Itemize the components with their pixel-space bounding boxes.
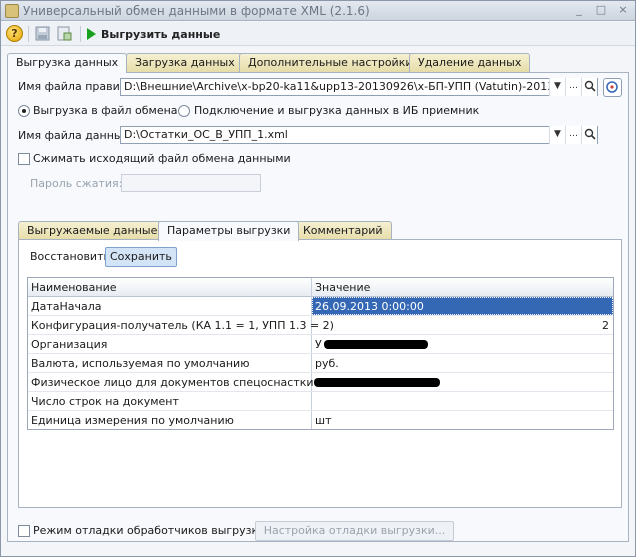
compress-checkbox[interactable] <box>18 153 30 165</box>
parameters-table: Наименование Значение ДатаНачала 26.09.2… <box>27 277 614 430</box>
table-row[interactable]: Число строк на документ <box>28 392 613 411</box>
param-name: Валюта, используемая по умолчанию <box>31 357 250 370</box>
tab-additional-settings[interactable]: Дополнительные настройки <box>239 53 422 72</box>
restore-button[interactable]: Восстановить <box>25 247 115 267</box>
redaction-mark <box>324 340 428 349</box>
debug-settings-button[interactable]: Настройка отладки выгрузки... <box>255 521 454 541</box>
table-row[interactable]: ДатаНачала 26.09.2013 0:00:00 <box>28 297 613 316</box>
debug-mode-label: Режим отладки обработчиков выгрузки <box>33 524 266 537</box>
compression-password-label: Пароль сжатия: <box>30 177 123 190</box>
param-name: Единица измерения по умолчанию <box>31 414 234 427</box>
compression-password-field[interactable] <box>121 174 261 192</box>
app-icon <box>5 4 19 18</box>
tab-comment[interactable]: Комментарий <box>294 221 392 240</box>
param-name: Число строк на документ <box>31 395 179 408</box>
rules-file-browse-button[interactable]: … <box>565 78 581 96</box>
export-to-file-radio[interactable] <box>18 105 30 117</box>
maximize-button[interactable]: □ <box>593 3 609 18</box>
rules-file-dropdown-icon[interactable]: ▼ <box>549 78 565 96</box>
data-file-dropdown-icon[interactable]: ▼ <box>549 126 565 144</box>
help-icon[interactable]: ? <box>6 25 23 42</box>
table-row[interactable]: Организация У <box>28 335 613 354</box>
param-value[interactable]: У <box>315 338 322 351</box>
rules-file-search-icon[interactable] <box>581 78 597 96</box>
tab-import[interactable]: Загрузка данных <box>126 53 244 72</box>
toolbar-separator <box>28 26 29 42</box>
connect-and-export-label: Подключение и выгрузка данных в ИБ прием… <box>194 104 480 117</box>
minimize-button[interactable]: _ <box>571 3 587 18</box>
param-value[interactable]: 2 <box>602 319 609 332</box>
data-file-label: Имя файла данных: <box>18 129 133 142</box>
table-row[interactable]: Физическое лицо для документов спецоснас… <box>28 373 613 392</box>
param-name: Конфигурация-получатель (КА 1.1 = 1, УПП… <box>31 319 334 332</box>
table-row[interactable]: Валюта, используемая по умолчанию руб. <box>28 354 613 373</box>
tab-export-parameters[interactable]: Параметры выгрузки <box>158 221 300 241</box>
rules-file-field[interactable]: D:\Внешние\Archive\x-bp20-ka11&upp13-201… <box>120 78 598 96</box>
column-header-value[interactable]: Значение <box>315 281 370 294</box>
close-button[interactable]: × <box>615 3 631 18</box>
title-bar: Универсальный обмен данными в формате XM… <box>1 1 635 21</box>
table-row[interactable]: Единица измерения по умолчанию шт <box>28 411 613 430</box>
compress-label: Сжимать исходящий файл обмена данными <box>33 152 291 165</box>
tab-export[interactable]: Выгрузка данных <box>7 53 128 73</box>
table-row[interactable]: Конфигурация-получатель (КА 1.1 = 1, УПП… <box>28 316 613 335</box>
param-name: ДатаНачала <box>31 300 102 313</box>
save-button[interactable]: Сохранить <box>105 247 177 267</box>
rules-file-value: D:\Внешние\Archive\x-bp20-ka11&upp13-201… <box>124 80 598 93</box>
restore-settings-icon[interactable] <box>56 25 73 42</box>
tab-exported-data[interactable]: Выгружаемые данные <box>18 221 167 240</box>
data-file-browse-button[interactable]: … <box>565 126 581 144</box>
data-file-field[interactable]: D:\Остатки_ОС_В_УПП_1.xml <box>120 126 598 144</box>
param-value[interactable]: шт <box>315 414 331 427</box>
table-header: Наименование Значение <box>28 278 613 297</box>
column-header-name[interactable]: Наименование <box>31 281 116 294</box>
export-to-file-label: Выгрузка в файл обмена <box>33 104 178 117</box>
rules-info-icon[interactable] <box>603 78 622 97</box>
play-icon <box>87 28 96 40</box>
redaction-mark <box>314 378 440 387</box>
toolbar: ? Выгрузить данные <box>1 22 635 46</box>
tab-delete-data[interactable]: Удаление данных <box>409 53 531 72</box>
toolbar-separator <box>80 26 81 42</box>
rules-file-label: Имя файла правил: <box>18 80 131 93</box>
param-value[interactable]: руб. <box>315 357 339 370</box>
window-title: Универсальный обмен данными в формате XM… <box>23 4 370 18</box>
debug-mode-checkbox[interactable] <box>18 525 30 537</box>
export-data-label: Выгрузить данные <box>101 27 221 41</box>
param-value[interactable]: 26.09.2013 0:00:00 <box>315 300 424 313</box>
data-file-value: D:\Остатки_ОС_В_УПП_1.xml <box>124 128 288 141</box>
main-window: Универсальный обмен данными в формате XM… <box>0 0 636 557</box>
connect-and-export-radio[interactable] <box>178 105 190 117</box>
data-file-search-icon[interactable] <box>581 126 597 144</box>
save-settings-icon[interactable] <box>34 25 51 42</box>
param-name: Физическое лицо для документов спецоснас… <box>31 376 314 389</box>
param-name: Организация <box>31 338 108 351</box>
export-data-button[interactable]: Выгрузить данные <box>87 25 220 43</box>
